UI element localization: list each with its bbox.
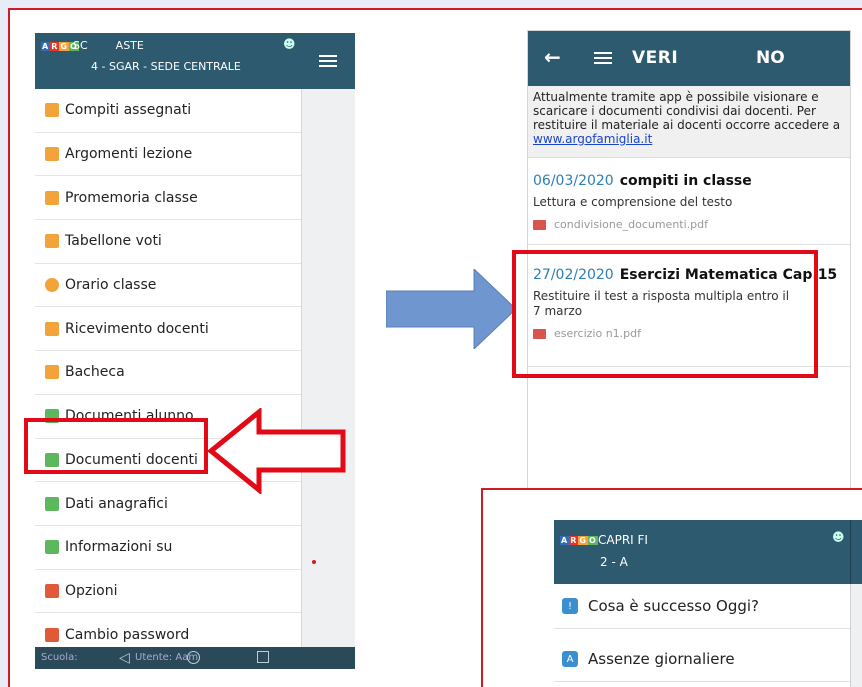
menu-item-argomenti-lezione[interactable]: Argomenti lezione xyxy=(35,133,301,177)
school-name: SC ASTE xyxy=(73,39,144,52)
argo-logo: ARGO xyxy=(560,536,598,545)
meeting-icon xyxy=(45,321,59,336)
menu-item-label: Argomenti lezione xyxy=(65,146,193,163)
divider xyxy=(528,244,850,245)
highlight-document-item xyxy=(512,250,818,378)
clock-icon xyxy=(45,278,59,293)
red-pointer-arrow-icon xyxy=(207,408,346,494)
menu-item-cosa-e-successo-oggi[interactable]: ! Cosa è successo Oggi? xyxy=(554,584,850,629)
menu-item-label: Informazioni su xyxy=(65,539,173,556)
content-area xyxy=(850,584,862,687)
student-header: ARGO CAPRI FI 2 - A ☻ xyxy=(554,520,850,584)
document-item[interactable]: 06/03/2020 compiti in classe Lettura e co… xyxy=(533,173,845,231)
menu-item-label: Dati anagrafici xyxy=(65,495,168,512)
blue-direction-arrow-icon xyxy=(386,269,516,349)
menu-item-label: Cosa è successo Oggi? xyxy=(588,597,760,615)
class-name: 2 - A xyxy=(600,555,628,569)
info-icon xyxy=(45,540,59,555)
hamburger-icon xyxy=(319,54,337,68)
menu-item-label: Opzioni xyxy=(65,582,118,599)
argofamiglia-link[interactable]: www.argofamiglia.it xyxy=(533,132,652,146)
menu-item-compiti-assegnati[interactable]: Compiti assegnati xyxy=(35,89,301,133)
grid-icon xyxy=(45,234,59,249)
inset-phone-screenshot: ARGO CAPRI FI 2 - A ☻ ! Cosa è successo … xyxy=(554,520,862,687)
menu-item-orario-classe[interactable]: Orario classe xyxy=(35,264,301,308)
document-name: compiti in classe xyxy=(619,173,752,189)
board-icon xyxy=(45,365,59,380)
header-title-part2: NO xyxy=(756,48,785,68)
menu-toggle-strip[interactable] xyxy=(850,520,862,584)
left-phone-screenshot: ARGO SC ASTE 4 - SGAR - SEDE CENTRALE ☻ C… xyxy=(35,33,355,669)
content-area xyxy=(301,89,355,649)
side-menu: Compiti assegnati Argomenti lezione Prom… xyxy=(35,89,301,657)
info-notice: Attualmente tramite app è possibile visi… xyxy=(528,86,850,158)
menu-item-tabellone-voti[interactable]: Tabellone voti xyxy=(35,220,301,264)
nav-back-icon[interactable]: ◁ xyxy=(119,650,130,666)
menu-item-label: Compiti assegnati xyxy=(65,102,192,119)
wrench-icon xyxy=(45,583,59,598)
tasks-icon xyxy=(45,103,59,118)
document-heading: 06/03/2020 compiti in classe xyxy=(533,173,845,189)
notice-text: Attualmente tramite app è possibile visi… xyxy=(533,90,841,132)
user-icon[interactable]: ☻ xyxy=(832,530,845,544)
app-header: ARGO SC ASTE 4 - SGAR - SEDE CENTRALE ☻ xyxy=(35,33,301,89)
id-card-icon xyxy=(45,496,59,511)
exclamation-icon: ! xyxy=(562,598,578,614)
menu-item-label: Promemoria classe xyxy=(65,189,198,206)
school-branch: 4 - SGAR - SEDE CENTRALE xyxy=(91,60,241,73)
notification-dot xyxy=(312,560,316,564)
document-attachment[interactable]: condivisione_documenti.pdf xyxy=(533,218,845,231)
nav-recent-icon[interactable] xyxy=(257,651,269,663)
user-icon[interactable]: ☻ xyxy=(283,37,296,51)
menu-item-ricevimento-docenti[interactable]: Ricevimento docenti xyxy=(35,307,301,352)
footer-school: Scuola: xyxy=(41,652,78,663)
student-name: CAPRI FI xyxy=(598,533,648,547)
highlight-documenti-docenti xyxy=(24,418,208,474)
hamburger-icon[interactable] xyxy=(594,51,612,65)
book-icon xyxy=(45,147,59,162)
menu-item-label: Orario classe xyxy=(65,277,157,294)
back-arrow-icon[interactable]: ← xyxy=(544,45,561,69)
attachment-filename: condivisione_documenti.pdf xyxy=(554,218,708,231)
menu-item-promemoria-classe[interactable]: Promemoria classe xyxy=(35,176,301,221)
menu-item-assenze-giornaliere[interactable]: A Assenze giornaliere xyxy=(554,637,850,682)
documents-header: ← VERI NO xyxy=(528,31,850,86)
menu-item-label: Ricevimento docenti xyxy=(65,320,209,337)
menu-toggle-button[interactable] xyxy=(301,33,355,89)
note-icon xyxy=(45,190,59,205)
header-title-part1: VERI xyxy=(632,48,679,68)
menu-item-label: Assenze giornaliere xyxy=(588,650,735,668)
key-icon xyxy=(45,627,59,642)
absence-icon: A xyxy=(562,651,578,667)
nav-home-icon[interactable] xyxy=(187,651,200,664)
menu-item-opzioni[interactable]: Opzioni xyxy=(35,570,301,614)
menu-item-informazioni-su[interactable]: Informazioni su xyxy=(35,526,301,570)
menu-item-label: Bacheca xyxy=(65,364,125,381)
menu-item-label: Cambio password xyxy=(65,626,190,643)
pdf-icon xyxy=(533,219,546,230)
menu-item-bacheca[interactable]: Bacheca xyxy=(35,351,301,395)
document-description: Lettura e comprensione del testo xyxy=(533,195,733,209)
footer-bar: Scuola: Utente: Aam ◁ xyxy=(35,647,355,669)
menu-item-label: Tabellone voti xyxy=(65,233,162,250)
document-date: 06/03/2020 xyxy=(533,173,614,189)
